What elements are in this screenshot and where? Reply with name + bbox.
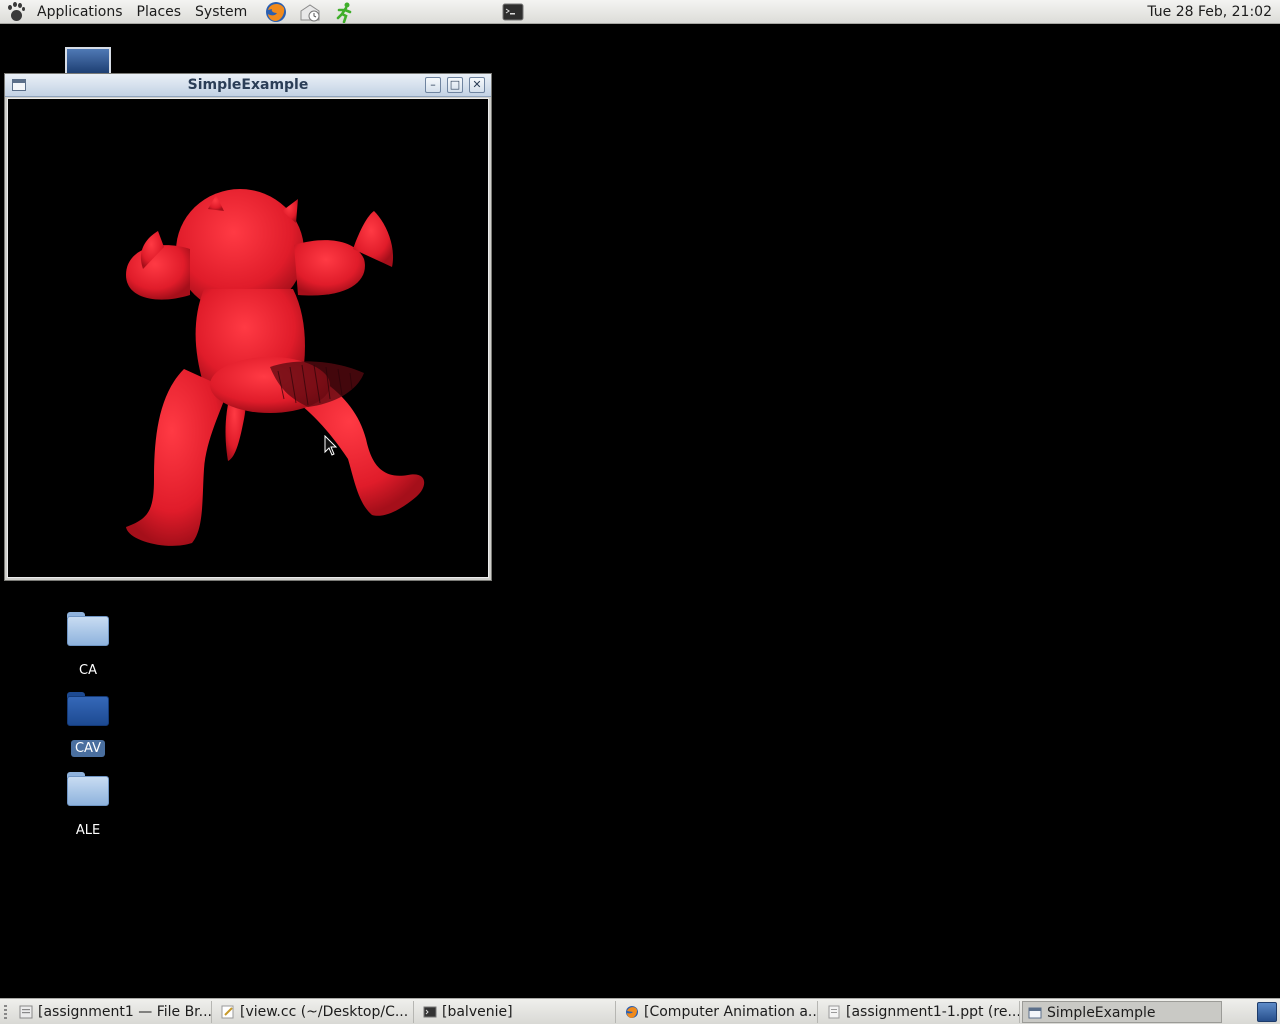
- gl-canvas[interactable]: [7, 98, 489, 578]
- gnome-foot-icon[interactable]: [6, 1, 26, 22]
- maximize-button[interactable]: □: [447, 77, 463, 93]
- minimize-button[interactable]: –: [425, 77, 441, 93]
- armadillo-model: [126, 189, 425, 546]
- folder-label: CAV: [70, 740, 106, 757]
- menu-system[interactable]: System: [188, 0, 254, 24]
- folder-icon: [67, 772, 109, 806]
- folder-cav[interactable]: CAV: [48, 692, 128, 757]
- text-editor-icon: [221, 1005, 234, 1019]
- firefox-icon[interactable]: [264, 0, 288, 24]
- menu-applications[interactable]: Applications: [30, 0, 130, 24]
- show-desktop-icon[interactable]: [1257, 1002, 1277, 1022]
- task-label: SimpleExample: [1047, 1005, 1156, 1021]
- mail-clock-icon[interactable]: [298, 0, 322, 24]
- task-label: [balvenie]: [442, 1004, 513, 1020]
- task-label: [assignment1-1.ppt (re...: [846, 1004, 1020, 1020]
- menu-places[interactable]: Places: [130, 0, 189, 24]
- folder-ale[interactable]: ALE: [48, 772, 128, 839]
- task-file-browser[interactable]: [assignment1 — File Br...: [14, 1001, 212, 1023]
- folder-icon: [67, 612, 109, 646]
- taskbar: [assignment1 — File Br... [view.cc (~/De…: [0, 998, 1280, 1024]
- task-firefox[interactable]: [Computer Animation a...: [620, 1001, 818, 1023]
- task-document[interactable]: [assignment1-1.ppt (re...: [822, 1001, 1020, 1023]
- clock[interactable]: Tue 28 Feb, 21:02: [1147, 0, 1272, 24]
- folder-label: ALE: [75, 823, 101, 838]
- task-terminal[interactable]: [balvenie]: [418, 1001, 616, 1023]
- close-button[interactable]: ✕: [469, 77, 485, 93]
- document-icon: [828, 1005, 840, 1019]
- terminal-icon[interactable]: [501, 0, 525, 24]
- window-titlebar[interactable]: SimpleExample – □ ✕: [5, 74, 491, 97]
- firefox-icon: [626, 1006, 638, 1018]
- running-man-icon[interactable]: [332, 0, 356, 24]
- task-text-editor[interactable]: [view.cc (~/Desktop/C...: [216, 1001, 414, 1023]
- task-label: [assignment1 — File Br...: [38, 1004, 212, 1020]
- folder-label: CA: [79, 663, 97, 678]
- computer-icon[interactable]: [65, 47, 111, 73]
- folder-icon: [67, 692, 109, 726]
- folder-ca[interactable]: CA: [48, 612, 128, 679]
- task-simpleexample[interactable]: SimpleExample: [1022, 1001, 1222, 1023]
- window-icon: [1028, 1007, 1042, 1019]
- app-window: SimpleExample – □ ✕: [4, 73, 492, 581]
- terminal-icon: [423, 1006, 437, 1018]
- panel-handle[interactable]: [4, 1005, 7, 1019]
- top-panel: Applications Places System Tue 28 Feb, 2…: [0, 0, 1280, 24]
- mouse-cursor-icon: [324, 435, 338, 456]
- task-label: [view.cc (~/Desktop/C...: [240, 1004, 409, 1020]
- file-browser-icon: [19, 1005, 33, 1019]
- window-title: SimpleExample: [187, 77, 309, 93]
- task-label: [Computer Animation a...: [644, 1004, 818, 1020]
